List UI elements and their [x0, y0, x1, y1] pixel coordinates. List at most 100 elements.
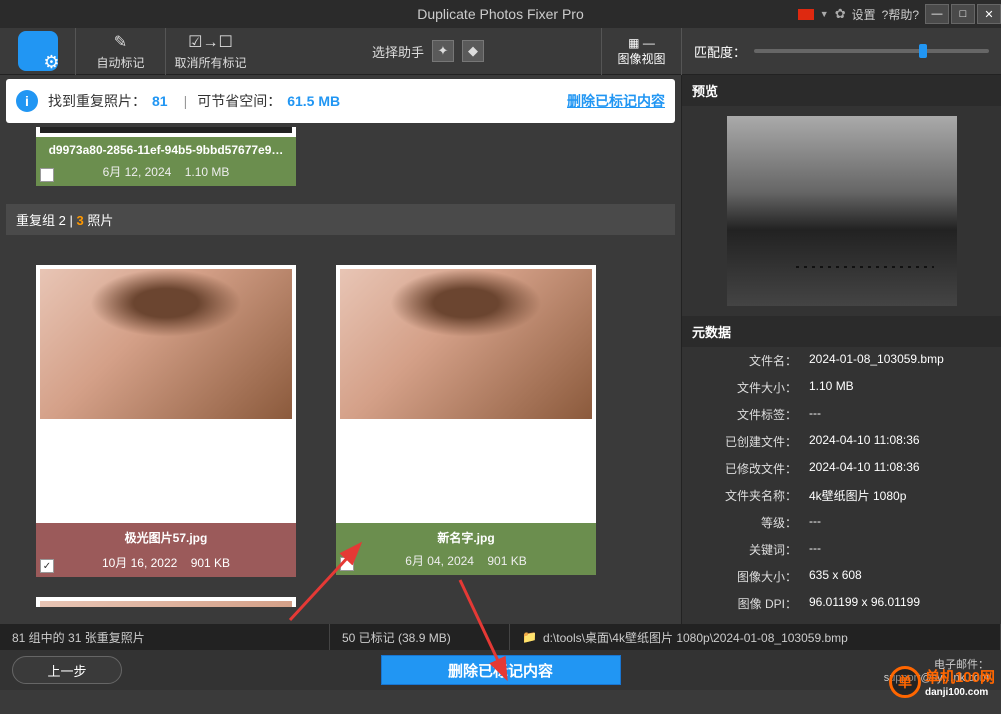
delete-marked-link[interactable]: 删除已标记内容 [567, 91, 665, 111]
metadata-value: --- [797, 406, 991, 423]
metadata-value: --- [797, 541, 991, 558]
metadata-row: 图像 DPI：96.01199 x 96.01199 [682, 590, 1001, 617]
metadata-row: 位深度：24 [682, 617, 1001, 624]
status-bar: 81 组中的 31 张重复照片 50 已标记 (38.9 MB) 📁 d:\to… [0, 624, 1001, 650]
metadata-value: 2024-01-08_103059.bmp [797, 352, 991, 369]
helper-button-2[interactable]: ◆ [462, 40, 484, 62]
bottom-bar: 上一步 删除已标记内容 电子邮件： support@sy…nk.com [0, 650, 1001, 690]
metadata-key: 文件大小： [692, 379, 797, 396]
thumbnail [36, 127, 296, 137]
metadata-row: 文件夹名称：4k壁纸图片 1080p [682, 482, 1001, 509]
toolbar: ✎ 自动标记 ☑→☐ 取消所有标记 选择助手 ✦ ◆ ▦ — 图像视图 匹配度： [0, 28, 1001, 75]
metadata-key: 文件夹名称： [692, 487, 797, 504]
result-card[interactable]: 新名字.jpg 6月 04, 2024 901 KB [336, 265, 596, 577]
metadata-header: 元数据 [682, 316, 1001, 347]
settings-menu[interactable]: 设置 [852, 6, 876, 23]
select-helper-area: 选择助手 ✦ ◆ [255, 40, 601, 62]
save-label: 可节省空间： [197, 91, 281, 111]
results-scroll[interactable]: d9973a80-2856-11ef-94b5-9bbd57677e9… 6月 … [0, 127, 681, 624]
info-bar: i 找到重复照片： 81 | 可节省空间： 61.5 MB 删除已标记内容 [6, 79, 675, 123]
image-view-button[interactable]: ▦ — 图像视图 [601, 28, 681, 75]
group-header: 重复组 2 | 3 照片 [6, 204, 675, 235]
thumbnail [40, 269, 292, 419]
card-footer: 极光图片57.jpg 10月 16, 2022 901 KB ✓ [36, 523, 296, 577]
metadata-list[interactable]: 文件名：2024-01-08_103059.bmp文件大小：1.10 MB文件标… [682, 347, 1001, 624]
match-slider[interactable] [754, 49, 989, 53]
auto-mark-label: 自动标记 [96, 54, 144, 71]
close-button[interactable]: ✕ [977, 4, 1001, 24]
filename: 新名字.jpg [342, 525, 590, 550]
left-column: i 找到重复照片： 81 | 可节省空间： 61.5 MB 删除已标记内容 d9… [0, 75, 681, 624]
right-column: 预览 元数据 文件名：2024-01-08_103059.bmp文件大小：1.1… [681, 75, 1001, 624]
select-helper-label: 选择助手 [372, 42, 424, 61]
metadata-key: 图像 DPI： [692, 595, 797, 612]
minimize-button[interactable]: — [925, 4, 949, 24]
auto-mark-button[interactable]: ✎ 自动标记 [75, 28, 165, 75]
app-logo [0, 28, 75, 75]
mark-checkbox[interactable] [340, 557, 354, 571]
group-label: 重复组 2 [16, 213, 66, 228]
group-unit: 照片 [87, 213, 113, 228]
slider-thumb[interactable] [919, 44, 927, 58]
filename: d9973a80-2856-11ef-94b5-9bbd57677e9… [42, 139, 290, 161]
result-card[interactable]: d9973a80-2856-11ef-94b5-9bbd57677e9… 6月 … [36, 127, 296, 186]
checkbox-icon: ☑→☐ [188, 32, 233, 52]
metadata-row: 关键词：--- [682, 536, 1001, 563]
file-meta: 10月 16, 2022 901 KB [42, 550, 290, 575]
preview-image-area [682, 106, 1001, 316]
metadata-value: 96.01199 x 96.01199 [797, 595, 991, 612]
titlebar-right: ▼ ✿ 设置 ?帮助? — □ ✕ [798, 4, 1001, 24]
thumbnail [340, 269, 592, 419]
metadata-key: 文件标签： [692, 406, 797, 423]
unmark-all-button[interactable]: ☑→☐ 取消所有标记 [165, 28, 255, 75]
watermark-icon: 单 [889, 666, 921, 698]
unmark-all-label: 取消所有标记 [174, 54, 246, 71]
metadata-row: 等级：--- [682, 509, 1001, 536]
status-group-info: 81 组中的 31 张重复照片 [0, 624, 330, 650]
metadata-value: 4k壁纸图片 1080p [797, 487, 991, 504]
mark-checkbox[interactable]: ✓ [40, 559, 54, 573]
found-count: 81 [152, 93, 168, 109]
watermark: 单 单机100网 danji100.com [889, 666, 995, 698]
maximize-button[interactable]: □ [951, 4, 975, 24]
separator: | [184, 93, 188, 109]
metadata-row: 已创建文件：2024-04-10 11:08:36 [682, 428, 1001, 455]
save-value: 61.5 MB [287, 93, 340, 109]
prev-button[interactable]: 上一步 [12, 656, 122, 684]
mark-checkbox[interactable] [40, 168, 54, 182]
metadata-row: 已修改文件：2024-04-10 11:08:36 [682, 455, 1001, 482]
status-marked-info: 50 已标记 (38.9 MB) [330, 624, 510, 650]
metadata-row: 文件标签：--- [682, 401, 1001, 428]
folder-icon: 📁 [522, 630, 537, 644]
metadata-row: 文件大小：1.10 MB [682, 374, 1001, 401]
metadata-value: 635 x 608 [797, 568, 991, 585]
result-card[interactable]: 极光图片57.jpg 10月 16, 2022 901 KB ✓ [36, 265, 296, 577]
card-footer: d9973a80-2856-11ef-94b5-9bbd57677e9… 6月 … [36, 137, 296, 186]
thumbnail [36, 597, 296, 607]
file-meta: 6月 12, 2024 1.10 MB [42, 161, 290, 184]
app-title: Duplicate Photos Fixer Pro [417, 6, 584, 22]
card-footer: 新名字.jpg 6月 04, 2024 901 KB [336, 523, 596, 575]
main-content: i 找到重复照片： 81 | 可节省空间： 61.5 MB 删除已标记内容 d9… [0, 75, 1001, 624]
metadata-key: 文件名： [692, 352, 797, 369]
preview-image [727, 116, 957, 306]
metadata-key: 已修改文件： [692, 460, 797, 477]
metadata-key: 等级： [692, 514, 797, 531]
metadata-row: 文件名：2024-01-08_103059.bmp [682, 347, 1001, 374]
helper-button-1[interactable]: ✦ [432, 40, 454, 62]
help-menu[interactable]: ?帮助? [882, 6, 919, 23]
match-label: 匹配度： [694, 42, 746, 61]
image-view-label: 图像视图 [617, 50, 665, 67]
metadata-value: --- [797, 514, 991, 531]
metadata-key: 关键词： [692, 541, 797, 558]
status-file-path: 📁 d:\tools\桌面\4k壁纸图片 1080p\2024-01-08_10… [510, 624, 1001, 650]
result-card[interactable] [36, 597, 296, 607]
delete-marked-button[interactable]: 删除已标记内容 [381, 655, 621, 685]
grid-icon: ▦ — [628, 36, 655, 50]
metadata-row: 图像大小：635 x 608 [682, 563, 1001, 590]
dropdown-icon[interactable]: ▼ [820, 9, 829, 19]
flag-icon[interactable] [798, 9, 814, 20]
group-count: 3 [76, 213, 83, 228]
gear-icon[interactable]: ✿ [835, 6, 846, 22]
metadata-key: 图像大小： [692, 568, 797, 585]
